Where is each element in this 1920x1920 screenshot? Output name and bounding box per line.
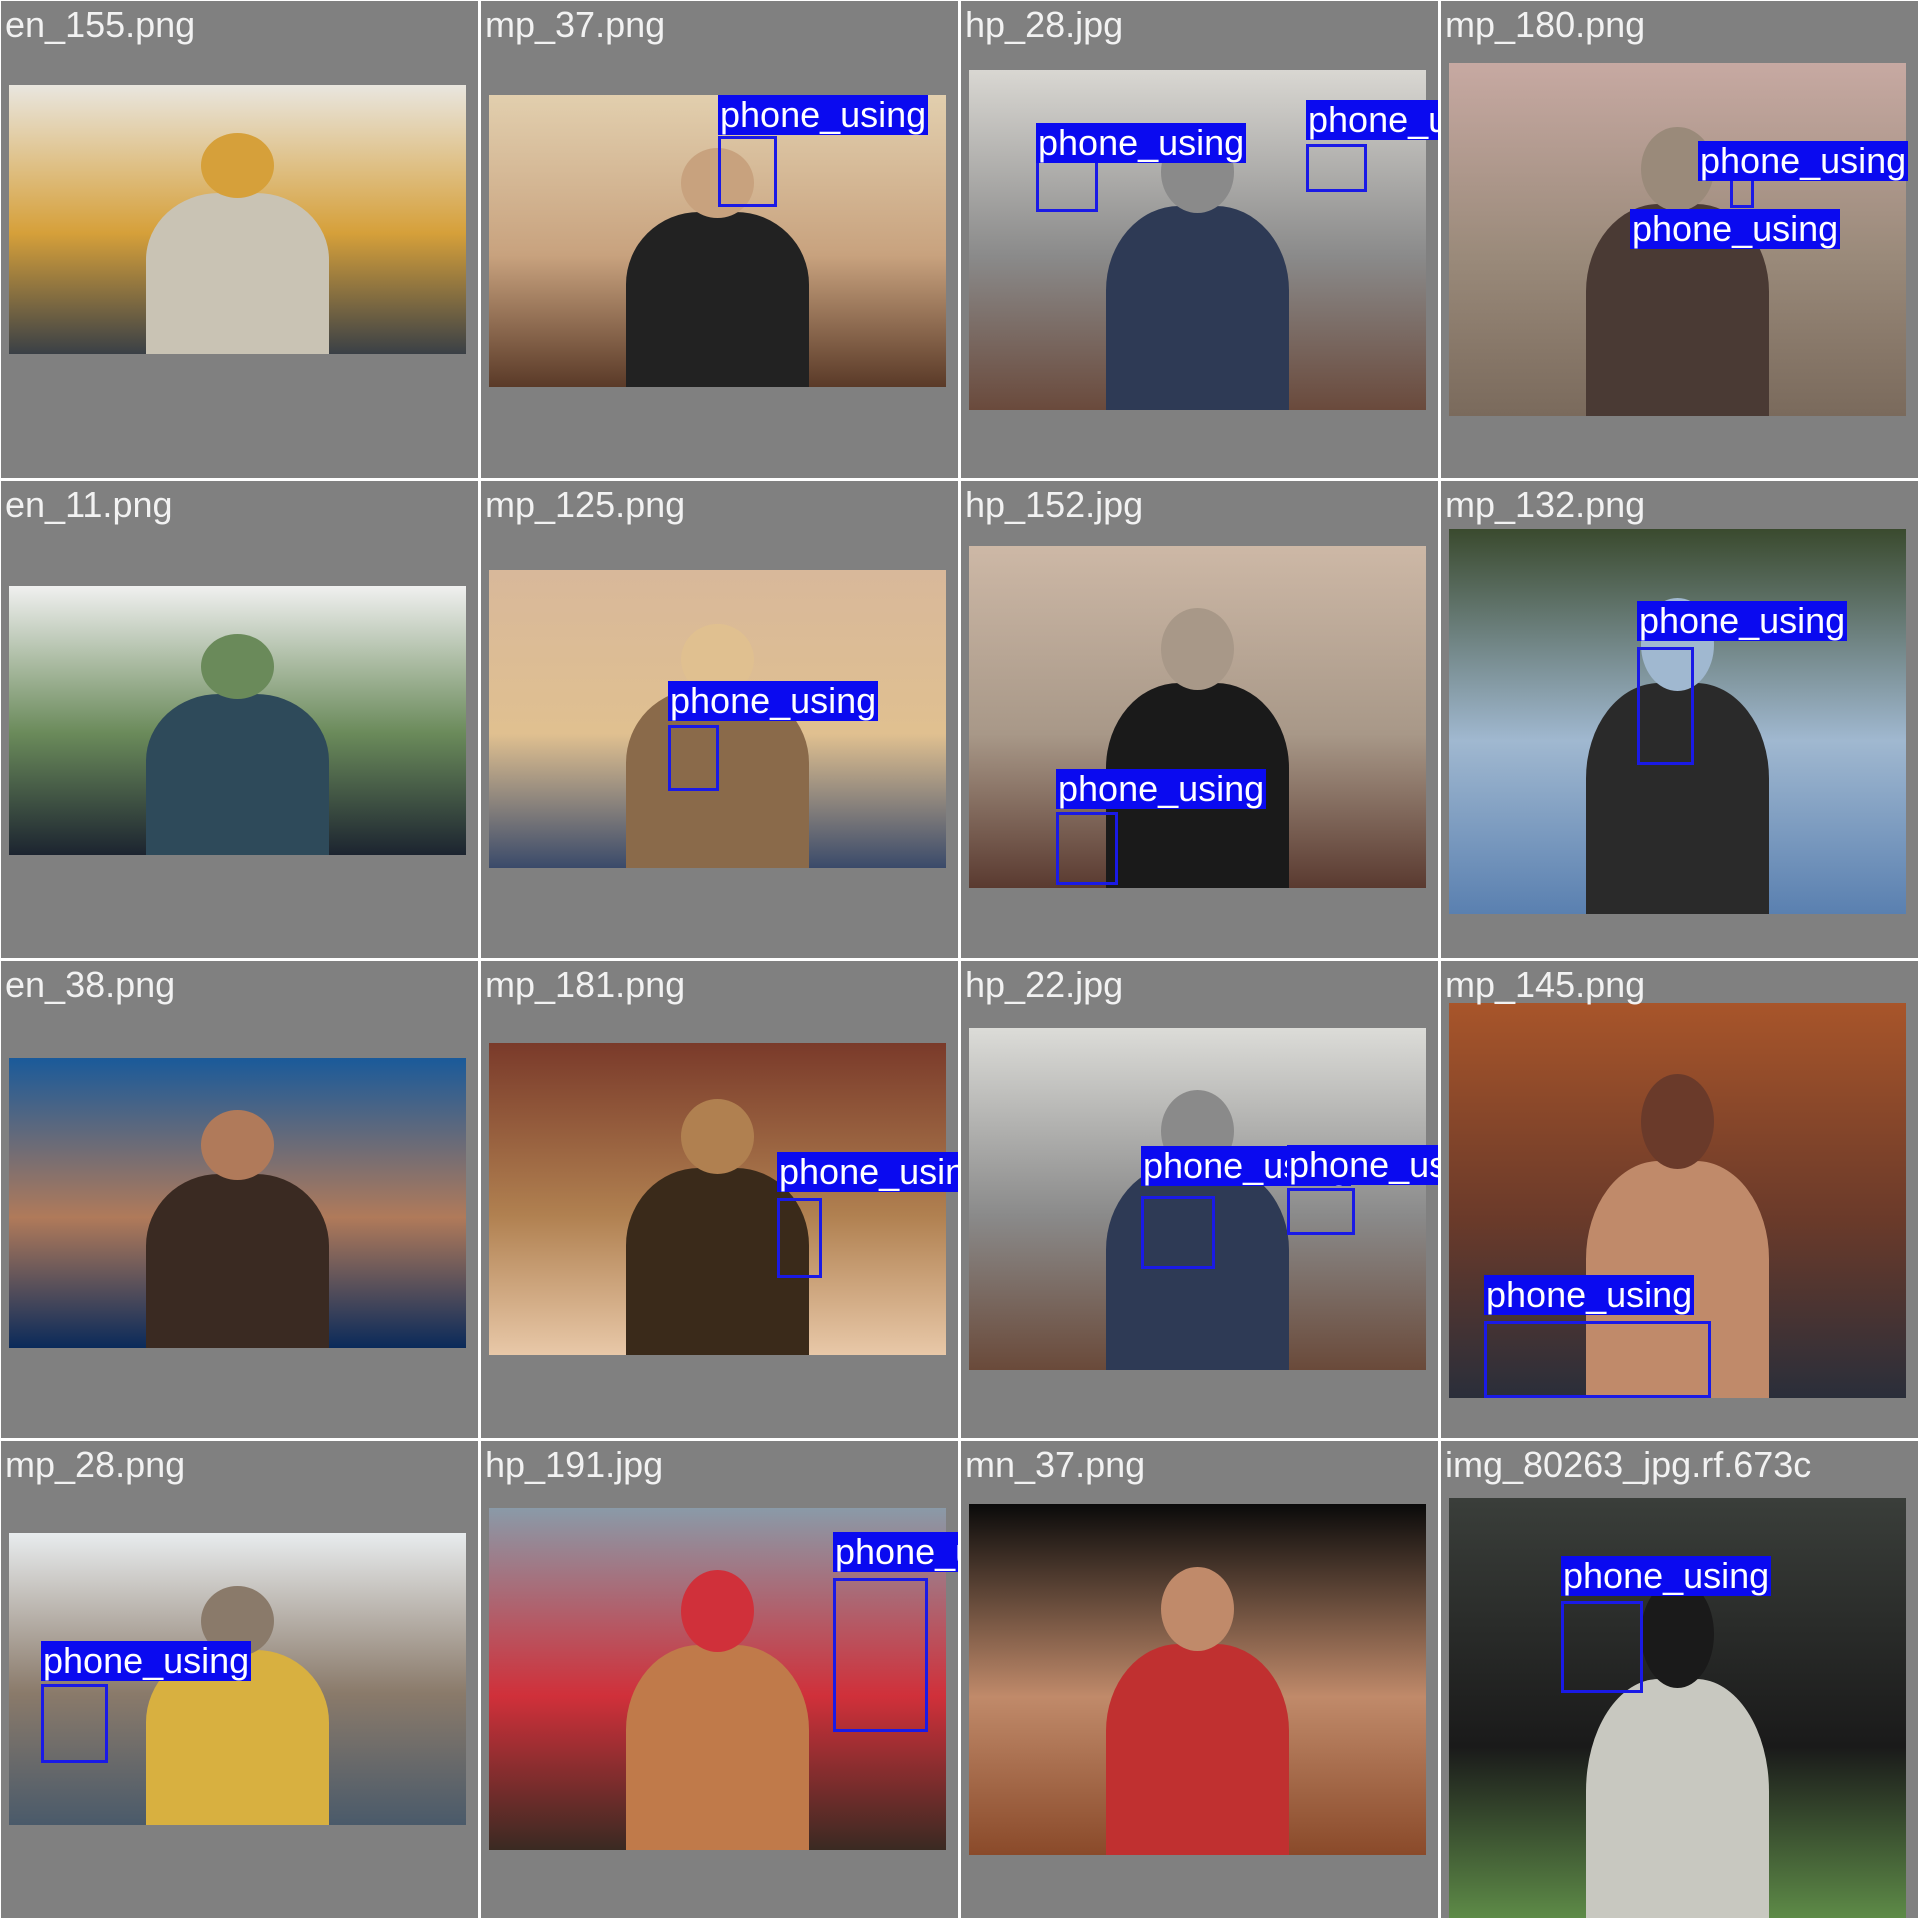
gallery-tile[interactable]: hp_28.jpg phone_using phone_using	[961, 1, 1438, 478]
gallery-tile[interactable]: hp_22.jpgphone_usingphone_using	[961, 961, 1438, 1438]
detection-box	[41, 1684, 108, 1763]
detection-box	[1287, 1188, 1355, 1235]
detection-label: phone_using	[1561, 1555, 1772, 1596]
gallery-tile[interactable]: mp_145.png phone_using	[1441, 961, 1918, 1438]
gallery-tile[interactable]: mp_28.png phone_using	[1, 1441, 478, 1918]
detection-box	[1141, 1196, 1215, 1269]
person-head-shape	[1640, 1074, 1715, 1169]
person-head-shape	[1160, 1567, 1235, 1652]
tile-filename: hp_191.jpg	[485, 1444, 664, 1485]
person-head-shape	[680, 1569, 755, 1652]
tile-filename: hp_152.jpg	[965, 484, 1144, 525]
gallery-tile[interactable]: mp_125.png phone_using	[481, 481, 958, 958]
detection-label: phone_using	[1630, 208, 1841, 249]
tile-filename: mp_132.png	[1445, 484, 1646, 525]
detection-box	[1484, 1321, 1711, 1398]
gallery-tile[interactable]: hp_191.jpg phone_using	[481, 1441, 958, 1918]
tile-photo	[489, 1043, 946, 1355]
tile-filename: en_11.png	[5, 484, 173, 525]
person-body-shape	[146, 192, 329, 354]
tile-filename: mp_37.png	[485, 4, 666, 45]
detection-box	[1637, 647, 1694, 765]
person-body-shape	[1586, 1679, 1769, 1918]
gallery-tile[interactable]: mp_132.png phone_using	[1441, 481, 1918, 958]
detection-label: phone_using	[1036, 122, 1247, 163]
tile-filename: mp_145.png	[1445, 964, 1646, 1005]
person-body-shape	[626, 1644, 809, 1850]
tile-photo	[9, 586, 466, 855]
tile-photo	[9, 1058, 466, 1348]
tile-filename: hp_22.jpg	[965, 964, 1124, 1005]
gallery-tile[interactable]: mp_180.png phone_using phone_using	[1441, 1, 1918, 478]
person-head-shape	[680, 1099, 755, 1175]
tile-filename: img_80263_jpg.rf.673c	[1445, 1444, 1812, 1485]
detection-label: phone_using	[777, 1152, 958, 1192]
detection-label: phone_using	[1698, 140, 1909, 181]
gallery-tile[interactable]: mn_37.png	[961, 1441, 1438, 1918]
gallery-tile[interactable]: hp_152.jpg phone_using	[961, 481, 1438, 958]
tile-photo	[969, 1504, 1426, 1855]
tile-photo	[9, 85, 466, 354]
tile-filename: hp_28.jpg	[965, 4, 1124, 45]
detection-box	[777, 1198, 822, 1278]
detection-box	[718, 136, 777, 207]
detection-box	[1306, 144, 1367, 192]
detection-label: phone_using	[1637, 600, 1848, 641]
person-body-shape	[146, 693, 329, 855]
tile-filename: mp_125.png	[485, 484, 686, 525]
detection-label: phone_using	[1306, 100, 1438, 140]
detection-box	[668, 725, 719, 791]
detection-box	[833, 1578, 928, 1732]
detection-label: phone_using	[1484, 1274, 1695, 1315]
tile-filename: mn_37.png	[965, 1444, 1146, 1485]
detection-label: phone_using	[833, 1532, 958, 1572]
detection-box	[1561, 1601, 1643, 1693]
image-gallery-grid: en_155.png mp_37.png phone_using hp_28.jpgp…	[0, 0, 1920, 1920]
gallery-tile[interactable]: img_80263_jpg.rf.673c phone_using	[1441, 1441, 1918, 1918]
person-head-shape	[1160, 607, 1235, 690]
person-body-shape	[626, 211, 809, 387]
gallery-tile[interactable]: mp_37.png phone_using	[481, 1, 958, 478]
detection-label: phone_using	[668, 680, 879, 721]
tile-filename: en_155.png	[5, 4, 196, 45]
tile-filename: en_38.png	[5, 964, 176, 1005]
tile-photo	[969, 546, 1426, 888]
person-head-shape	[200, 634, 275, 699]
gallery-tile[interactable]: en_38.png	[1, 961, 478, 1438]
person-body-shape	[1106, 1644, 1289, 1855]
person-head-shape	[200, 1110, 275, 1180]
person-head-shape	[200, 133, 275, 198]
gallery-tile[interactable]: en_11.png	[1, 481, 478, 958]
gallery-tile[interactable]: en_155.png	[1, 1, 478, 478]
person-body-shape	[146, 1174, 329, 1348]
gallery-tile[interactable]: mp_181.png phone_using	[481, 961, 958, 1438]
detection-label: phone_using	[718, 94, 929, 135]
tile-filename: mp_180.png	[1445, 4, 1646, 45]
detection-label: phone_using	[1056, 768, 1267, 809]
tile-filename: mp_181.png	[485, 964, 686, 1005]
detection-label: phone_using	[1287, 1145, 1438, 1185]
detection-box	[1056, 812, 1118, 885]
person-body-shape	[1106, 206, 1289, 410]
tile-filename: mp_28.png	[5, 1444, 186, 1485]
detection-label: phone_using	[41, 1640, 252, 1681]
